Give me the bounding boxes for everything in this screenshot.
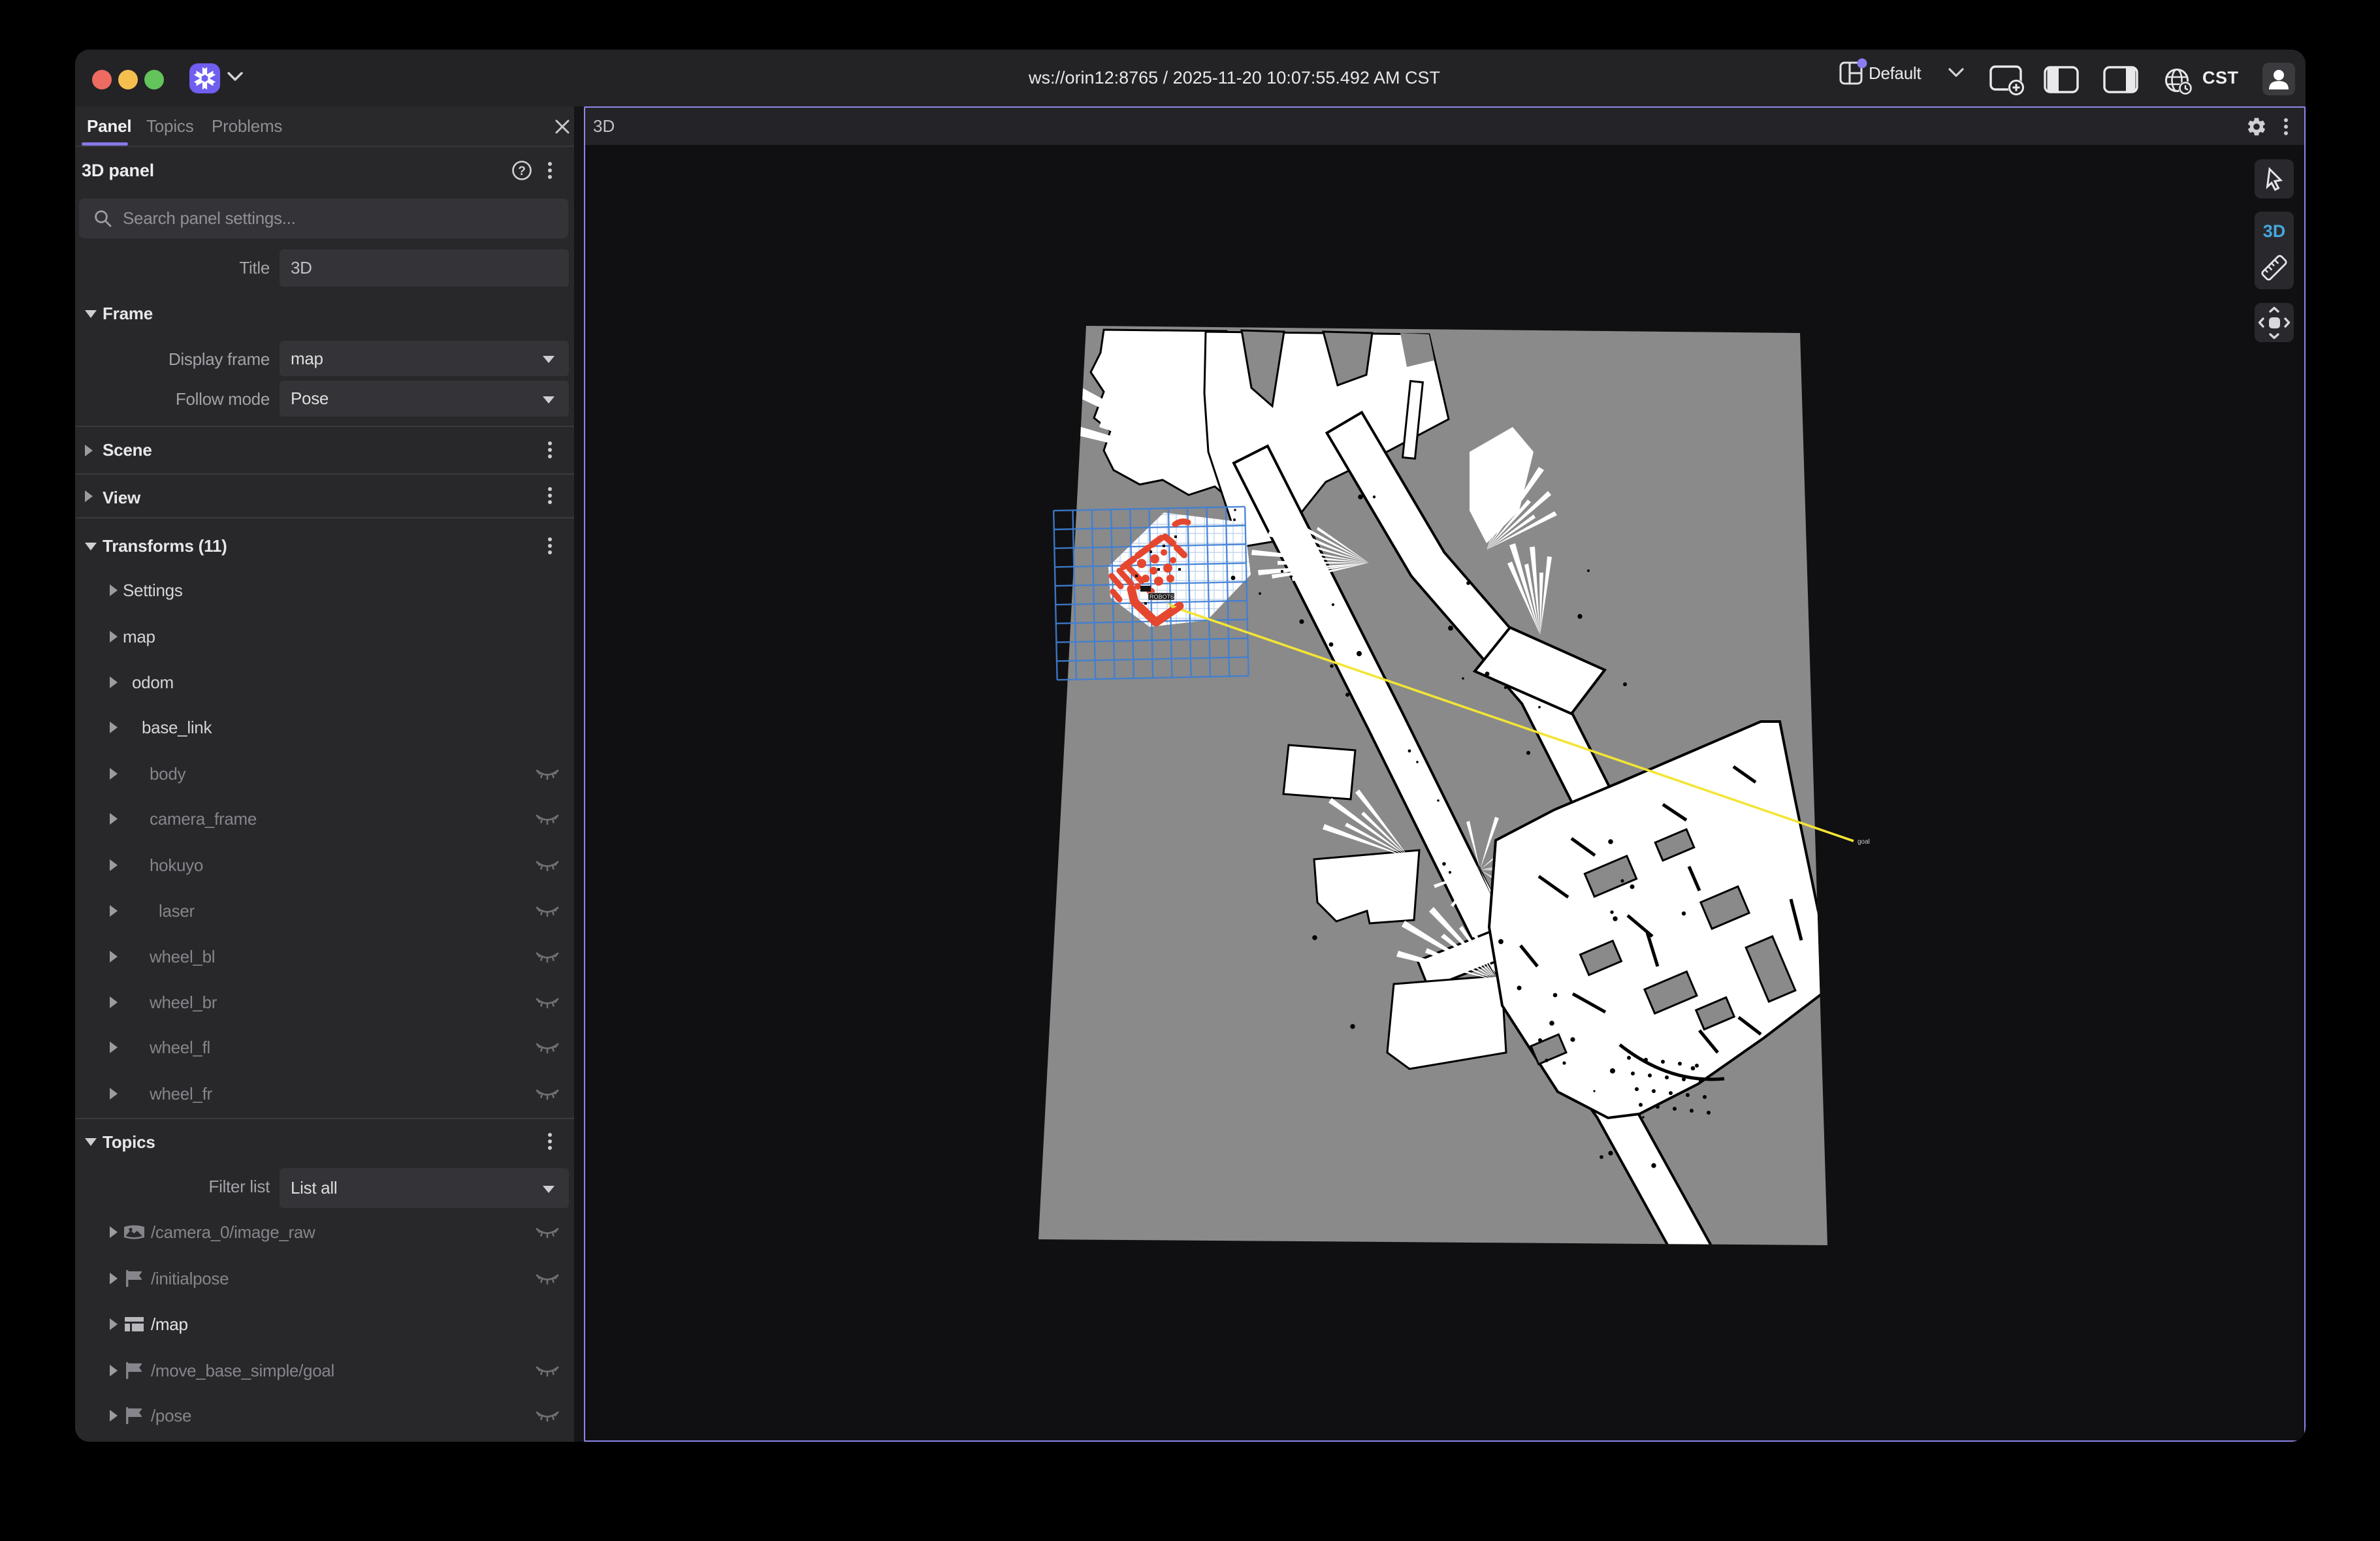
svg-text:?: ? <box>518 165 526 178</box>
svg-text:goal: goal <box>1857 838 1870 846</box>
svg-text:Default: Default <box>1869 63 1922 83</box>
svg-text:ROBOT63: ROBOT63 <box>1150 594 1177 600</box>
